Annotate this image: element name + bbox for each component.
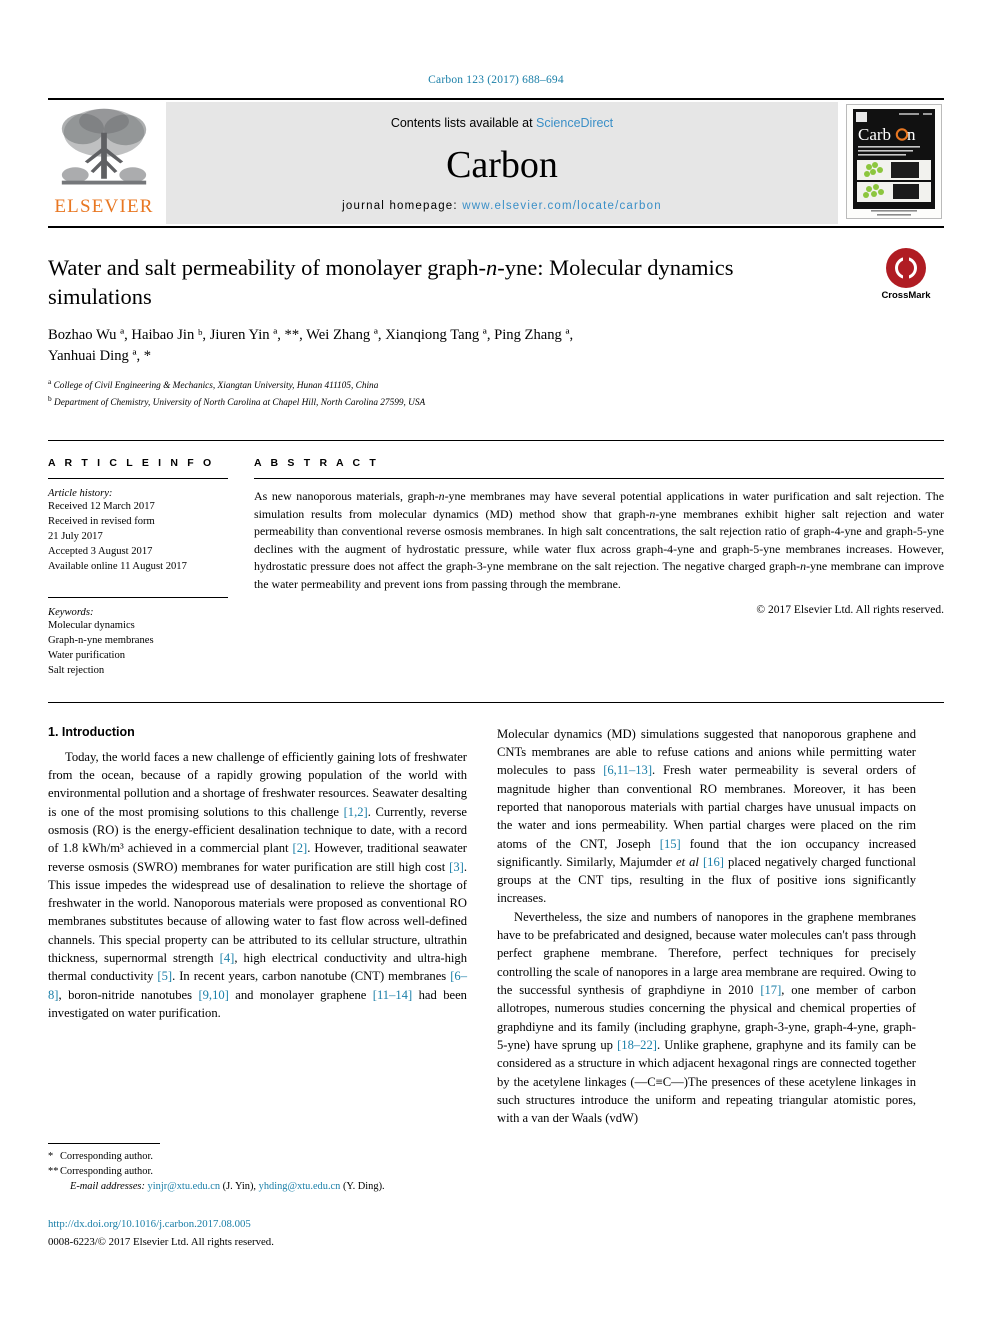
keywords-label: Keywords: (48, 606, 94, 618)
footnote-corresponding-1: * Corresponding author. (48, 1149, 467, 1164)
divider (48, 596, 228, 598)
history-item: Received in revised form (48, 516, 155, 528)
keyword-item: Graph-n-yne membranes (48, 634, 154, 646)
journal-title: Carbon (446, 144, 558, 186)
keyword-item: Water purification (48, 649, 126, 661)
affiliation-a: a College of Civil Engineering & Mechani… (48, 376, 379, 391)
asterisk-icon: * (48, 1151, 54, 1162)
email-name-yin: (J. Yin), (222, 1181, 257, 1193)
history-item: Accepted 3 August 2017 (48, 546, 153, 558)
svg-text:n: n (907, 125, 916, 144)
body-column-left: 1. Introduction Today, the world faces a… (48, 725, 467, 1128)
abstract-heading: A B S T R A C T (254, 457, 379, 470)
history-item: Received 12 March 2017 (48, 501, 155, 513)
svg-text:Carb: Carb (858, 125, 891, 144)
cover-artwork: Carb n (847, 105, 941, 218)
journal-masthead: ELSEVIER Contents lists available at Sci… (48, 98, 944, 228)
doi-link[interactable]: http://dx.doi.org/10.1016/j.carbon.2017.… (48, 1218, 251, 1230)
abstract-copyright: © 2017 Elsevier Ltd. All rights reserved… (756, 604, 944, 617)
body-region: 1. Introduction Today, the world faces a… (48, 701, 944, 1128)
double-asterisk-icon: ** (48, 1166, 59, 1178)
email-link-yin[interactable]: yinjr@xtu.edu.cn (148, 1181, 220, 1192)
author-list: Bozhao Wu ª, Haibao Jin ᵇ, Jiuren Yin ª,… (48, 325, 783, 368)
footnote-corresponding-2: ** Corresponding author. (48, 1164, 467, 1179)
affiliation-b: b Department of Chemistry, University of… (48, 394, 426, 409)
body-column-right: Molecular dynamics (MD) simulations sugg… (497, 725, 916, 1128)
paragraph: Nevertheless, the size and numbers of na… (497, 909, 916, 1126)
homepage-label: journal homepage: (342, 200, 463, 212)
abstract-text: As new nanoporous materials, graph-n-yne… (254, 489, 945, 591)
masthead-center: Contents lists available at ScienceDirec… (166, 102, 838, 224)
keyword-item: Salt rejection (48, 664, 105, 676)
elsevier-tree-icon (61, 108, 147, 185)
elsevier-wordmark: ELSEVIER (54, 196, 154, 217)
footnote-block: * Corresponding author. ** Corresponding a… (48, 1143, 467, 1194)
journal-homepage-line: journal homepage: www.elsevier.com/locat… (342, 200, 662, 212)
author-line-2: Yanhuai Ding ª, * (48, 348, 152, 365)
email-link-ding[interactable]: yhding@xtu.edu.cn (259, 1181, 341, 1192)
history-item: Available online 11 August 2017 (48, 561, 187, 573)
crossmark-label: CrossMark (881, 290, 931, 301)
elsevier-logo: ELSEVIER (48, 100, 160, 226)
issn-copyright-line: 0008-6223/© 2017 Elsevier Ltd. All right… (48, 1236, 274, 1248)
title-part-1: Water and salt permeability of monolayer… (48, 255, 487, 280)
crossmark-badge[interactable]: CrossMark (868, 248, 944, 301)
sciencedirect-link[interactable]: ScienceDirect (536, 116, 613, 130)
author-line-1: Bozhao Wu ª, Haibao Jin ᵇ, Jiuren Yin ª,… (48, 326, 574, 343)
paragraph: Today, the world faces a new challenge o… (48, 749, 467, 1020)
abstract-column: A B S T R A C T As new nanoporous materi… (254, 457, 944, 677)
contents-prefix: Contents lists available at (390, 116, 537, 130)
article-info-heading: A R T I C L E I N F O (48, 457, 215, 470)
divider (254, 478, 944, 480)
footnote-divider (48, 1143, 160, 1144)
title-block: CrossMark Water and salt permeability of… (48, 248, 944, 410)
contents-available-line: Contents lists available at ScienceDirec… (391, 116, 613, 130)
journal-citation-line: Carbon 123 (2017) 688–694 (428, 74, 564, 86)
section-heading-introduction: 1. Introduction (48, 724, 135, 739)
keyword-item: Molecular dynamics (48, 619, 135, 631)
history-item: 21 July 2017 (48, 531, 103, 543)
crossmark-icon (886, 248, 926, 288)
page-title: Water and salt permeability of monolayer… (48, 254, 748, 312)
email-name-ding: (Y. Ding). (342, 1181, 385, 1193)
email-label: E-mail addresses: (70, 1181, 145, 1193)
journal-cover-thumbnail: Carb n (844, 100, 944, 226)
article-history-label: Article history: (48, 488, 113, 500)
footnote-emails: E-mail addresses: yinjr@xtu.edu.cn (J. Y… (48, 1179, 467, 1194)
homepage-url-link[interactable]: www.elsevier.com/locate/carbon (462, 200, 662, 212)
paper-page: Carbon 123 (2017) 688–694 ELSEVIER Conte… (0, 0, 992, 1323)
divider (48, 478, 228, 480)
title-italic-n: n (486, 255, 498, 280)
paragraph: Molecular dynamics (MD) simulations sugg… (497, 726, 917, 906)
article-info-column: A R T I C L E I N F O Article history: R… (48, 457, 228, 677)
info-abstract-region: A R T I C L E I N F O Article history: R… (48, 440, 944, 677)
